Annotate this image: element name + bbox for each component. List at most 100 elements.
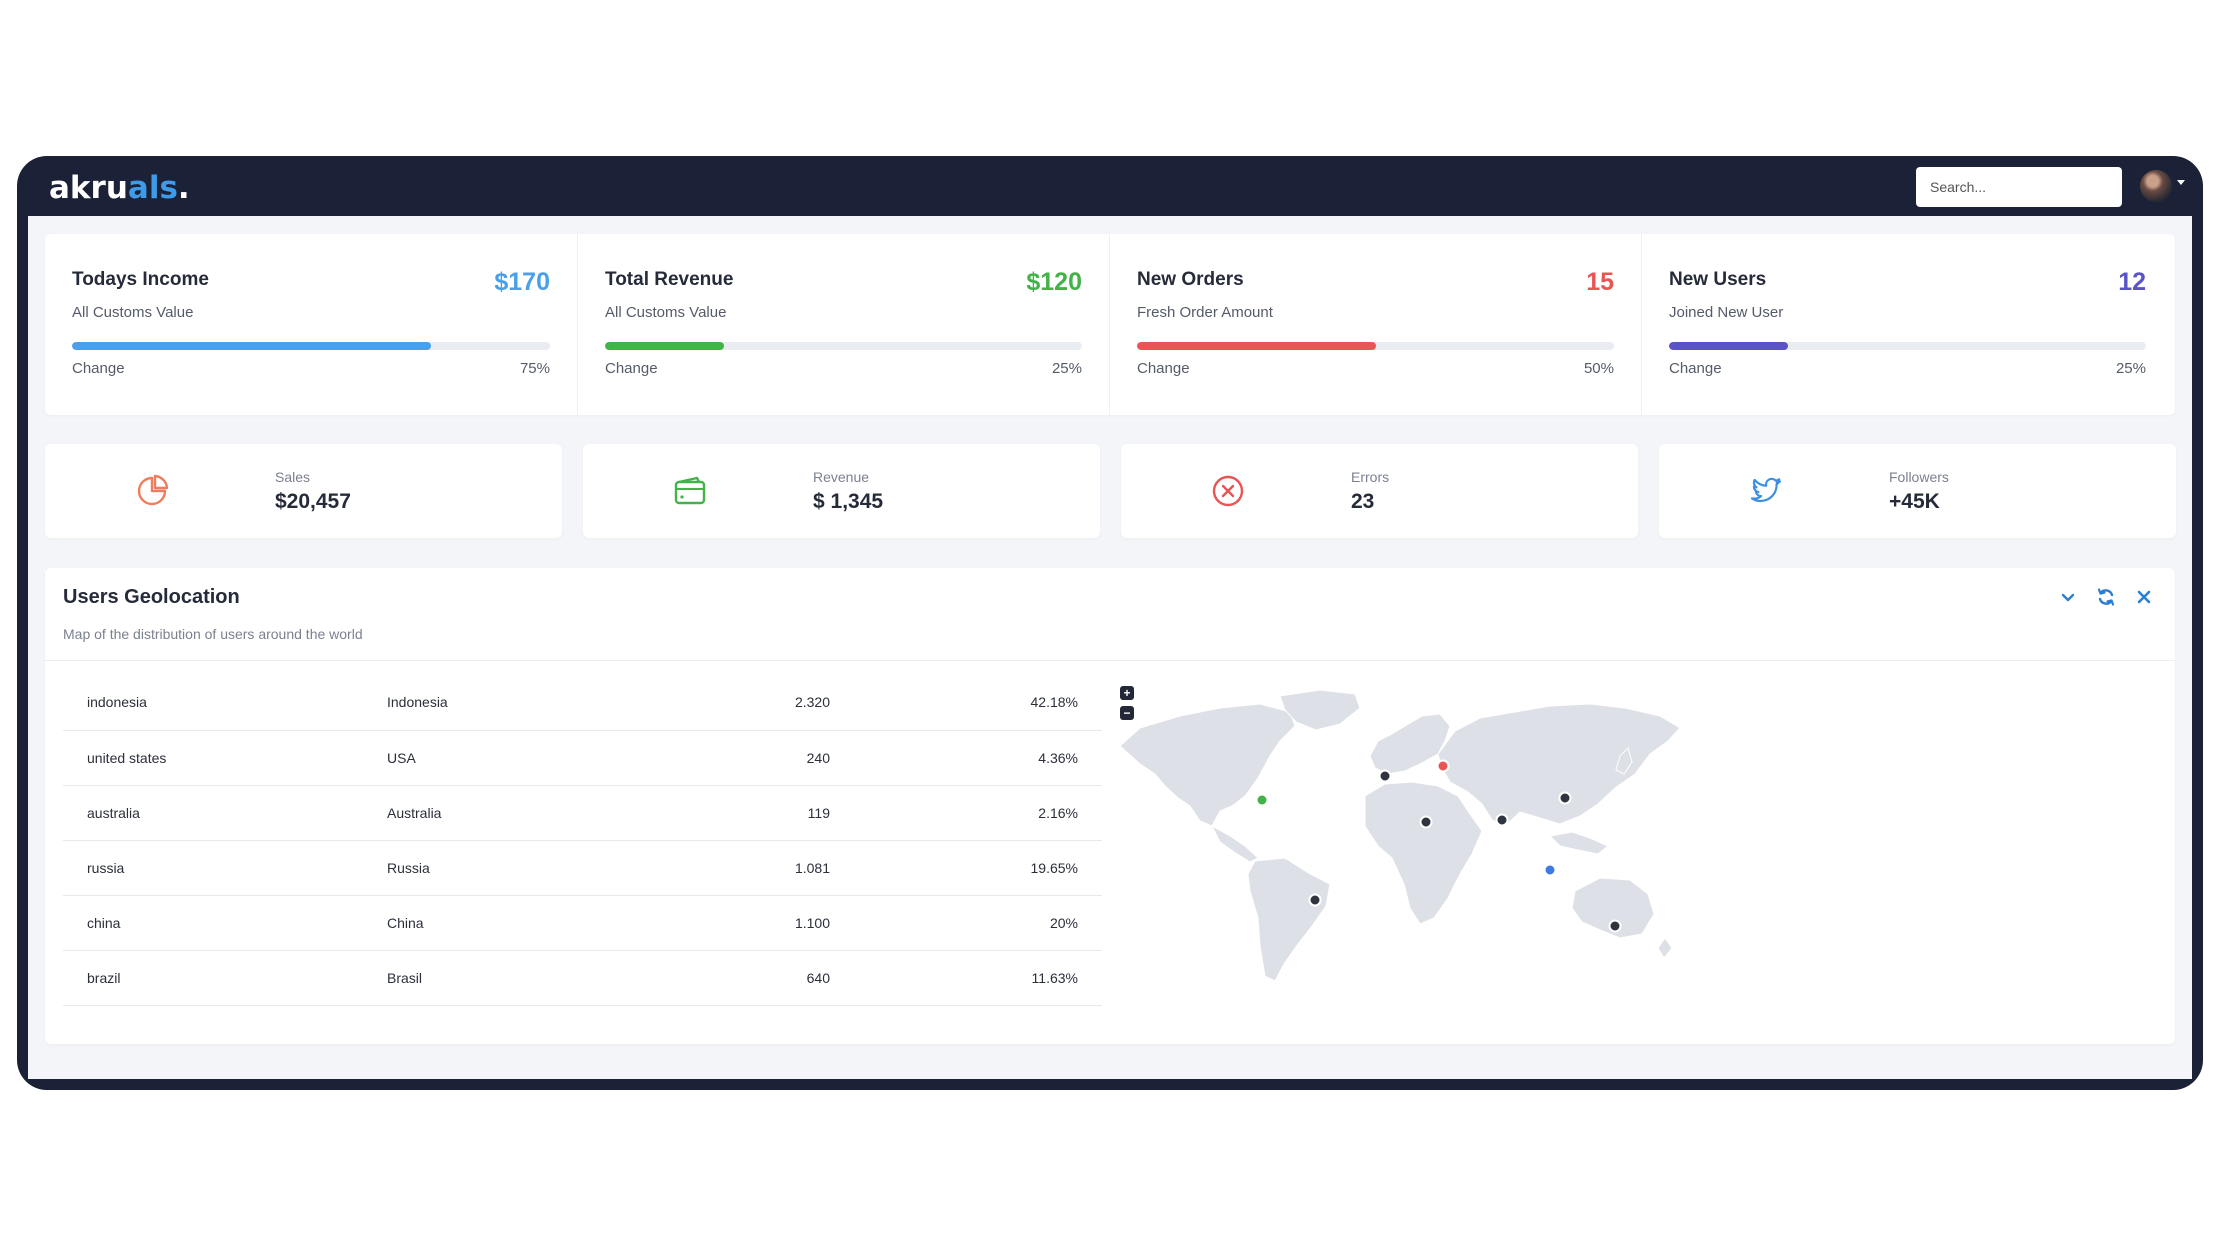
north-america-shape: [1119, 703, 1296, 827]
user-percent: 2.16%: [830, 785, 1102, 841]
change-label: Change: [1137, 360, 1190, 377]
asia-shape: [1437, 703, 1681, 827]
country-name: Russia: [387, 840, 647, 896]
pie-chart-icon: [137, 474, 169, 506]
map-marker-indonesia: [1543, 863, 1557, 877]
central-america-shape: [1210, 824, 1259, 863]
card-revenue: Revenue $ 1,345: [583, 444, 1100, 538]
refresh-button[interactable]: [2095, 586, 2117, 608]
stat-value: $120: [1026, 268, 1082, 296]
progress-fill: [1669, 342, 1789, 350]
change-percent: 50%: [1583, 360, 1614, 377]
progress-fill: [1137, 342, 1376, 350]
table-row: australia Australia 119 2.16%: [63, 785, 1102, 841]
change-label: Change: [605, 360, 658, 377]
card-followers: Followers +45K: [1659, 444, 2176, 538]
panel-title: Users Geolocation: [63, 586, 240, 608]
country-code: united states: [63, 730, 387, 786]
chevron-down-icon: [2061, 593, 2075, 602]
user-percent: 4.36%: [830, 730, 1102, 786]
twitter-icon: [1750, 477, 1782, 503]
stat-title: Todays Income: [72, 269, 209, 290]
user-percent: 20%: [830, 895, 1102, 951]
world-map[interactable]: + −: [1119, 686, 1690, 986]
map-marker-australia: [1608, 919, 1622, 933]
change-percent: 25%: [2115, 360, 2146, 377]
change-percent: 75%: [519, 360, 550, 377]
close-button[interactable]: [2133, 586, 2155, 608]
country-code: china: [63, 895, 387, 951]
africa-shape: [1364, 781, 1483, 925]
card-value: +45K: [1889, 490, 1940, 513]
card-value: $20,457: [275, 490, 351, 513]
logo-accent-text: als: [127, 170, 178, 206]
card-label: Errors: [1351, 469, 1390, 485]
stat-subtitle: Fresh Order Amount: [1137, 304, 1273, 321]
card-value: 23: [1351, 490, 1375, 513]
chevron-down-icon[interactable]: [2177, 180, 2185, 185]
logo[interactable]: akruals.: [49, 170, 190, 206]
country-code: russia: [63, 840, 387, 896]
country-code: brazil: [63, 950, 387, 1006]
map-marker-middle-east: [1419, 815, 1433, 829]
card-value: $ 1,345: [813, 490, 884, 513]
stat-subtitle: All Customs Value: [605, 304, 727, 321]
search-input[interactable]: [1916, 167, 2122, 207]
card-label: Revenue: [813, 469, 870, 485]
user-count: 1.081: [647, 840, 830, 896]
user-percent: 11.63%: [830, 950, 1102, 1006]
stat-title: New Orders: [1137, 269, 1244, 290]
dashboard-content: Todays Income All Customs Value $170 Cha…: [28, 216, 2192, 1079]
card-label: Followers: [1889, 469, 1949, 485]
stat-new-users: New Users Joined New User 12 Change 25%: [1641, 234, 2173, 415]
table-row: brazil Brasil 640 11.63%: [63, 950, 1102, 1006]
progress-bar: [72, 342, 550, 350]
table-row: united states USA 240 4.36%: [63, 730, 1102, 786]
world-map-svg: [1119, 689, 1681, 982]
country-name: Indonesia: [387, 675, 647, 731]
progress-bar: [1137, 342, 1614, 350]
card-label: Sales: [275, 469, 311, 485]
country-code: australia: [63, 785, 387, 841]
card-sales: Sales $20,457: [45, 444, 562, 538]
map-marker-india: [1495, 813, 1509, 827]
stat-subtitle: Joined New User: [1669, 304, 1784, 321]
user-count: 119: [647, 785, 830, 841]
south-america-shape: [1247, 857, 1331, 982]
table-row: russia Russia 1.081 19.65%: [63, 840, 1102, 896]
wallet-icon: [674, 476, 706, 505]
stat-value: $170: [494, 268, 550, 296]
panel-tools: [2057, 586, 2155, 608]
stat-todays-income: Todays Income All Customs Value $170 Cha…: [45, 234, 577, 415]
change-label: Change: [1669, 360, 1722, 377]
country-code: indonesia: [63, 675, 387, 731]
refresh-icon: [2097, 588, 2115, 606]
progress-bar: [1669, 342, 2146, 350]
zoom-out-button[interactable]: −: [1120, 706, 1134, 720]
user-count: 1.100: [647, 895, 830, 951]
user-avatar[interactable]: [2140, 170, 2172, 202]
collapse-button[interactable]: [2057, 586, 2079, 608]
map-marker-brazil: [1308, 893, 1322, 907]
zoom-in-button[interactable]: +: [1120, 686, 1134, 700]
divider: [45, 660, 2175, 661]
user-percent: 42.18%: [830, 675, 1102, 731]
stat-value: 15: [1586, 268, 1614, 296]
user-count: 240: [647, 730, 830, 786]
southeast-asia-shape: [1548, 831, 1609, 855]
progress-fill: [605, 342, 725, 350]
geolocation-table: indonesia Indonesia 2.320 42.18% united …: [63, 675, 1102, 1006]
stat-title: New Users: [1669, 269, 1767, 290]
map-marker-russia: [1436, 759, 1450, 773]
device-frame: akruals. Todays Income All Customs Value…: [17, 156, 2203, 1090]
map-marker-west-europe: [1378, 769, 1392, 783]
users-geolocation-panel: Users Geolocation Map of the distributio…: [45, 568, 2175, 1044]
progress-fill: [72, 342, 431, 350]
table-row: china China 1.100 20%: [63, 895, 1102, 951]
user-count: 640: [647, 950, 830, 1006]
logo-main-text: akru: [49, 170, 128, 206]
country-name: Australia: [387, 785, 647, 841]
stats-panel: Todays Income All Customs Value $170 Cha…: [45, 234, 2175, 415]
map-marker-china: [1558, 791, 1572, 805]
card-errors: Errors 23: [1121, 444, 1638, 538]
